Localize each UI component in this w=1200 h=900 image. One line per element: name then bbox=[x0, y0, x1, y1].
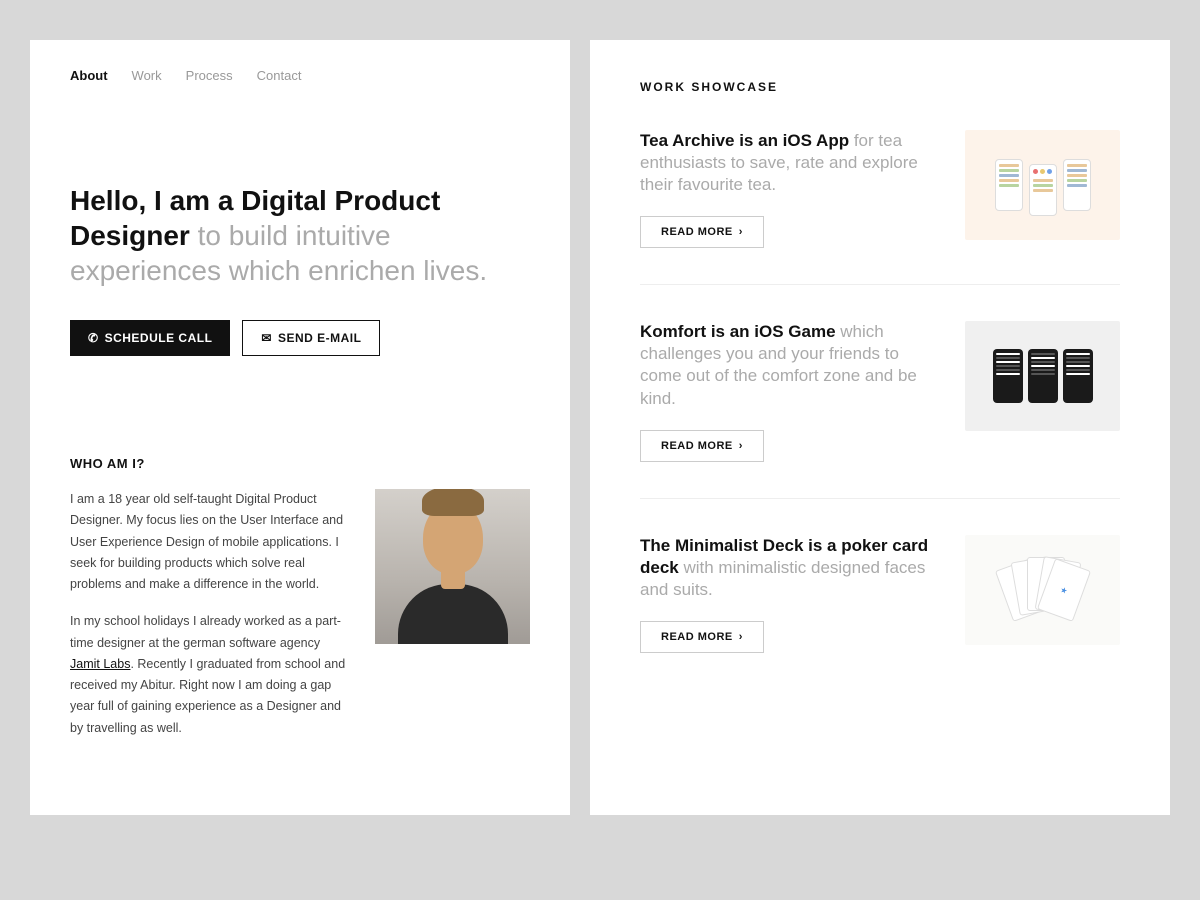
who-para2: In my school holidays I already worked a… bbox=[70, 611, 351, 739]
chevron-right-icon-2: › bbox=[739, 440, 743, 452]
jamit-labs-link[interactable]: Jamit Labs bbox=[70, 657, 130, 671]
project-item-komfort: Komfort is an iOS Game which challenges … bbox=[640, 321, 1120, 461]
divider-1 bbox=[640, 284, 1120, 285]
project-info-komfort: Komfort is an iOS Game which challenges … bbox=[640, 321, 941, 461]
project-title-tea: Tea Archive is an iOS App for tea enthus… bbox=[640, 130, 941, 196]
who-heading: WHO AM I? bbox=[70, 456, 530, 471]
portrait-image bbox=[375, 489, 530, 644]
project-title-tea-bold: Tea Archive is an iOS App bbox=[640, 131, 849, 150]
who-para1: I am a 18 year old self-taught Digital P… bbox=[70, 489, 351, 595]
project-thumb-deck: ♥ ♠ ♦ ♣ ★ bbox=[965, 535, 1120, 645]
who-text: I am a 18 year old self-taught Digital P… bbox=[70, 489, 351, 755]
divider-2 bbox=[640, 498, 1120, 499]
project-title-deck-light: with minimalistic designed faces and sui… bbox=[640, 558, 925, 599]
project-item-deck: The Minimalist Deck is a poker card deck… bbox=[640, 535, 1120, 653]
phone-icon: ✆ bbox=[88, 331, 99, 345]
work-section-title: WORK SHOWCASE bbox=[640, 80, 1120, 94]
project-title-deck: The Minimalist Deck is a poker card deck… bbox=[640, 535, 941, 601]
project-title-komfort-bold: Komfort is an iOS Game bbox=[640, 322, 836, 341]
hero-section: Hello, I am a Digital Product Designer t… bbox=[30, 103, 570, 396]
project-thumb-komfort bbox=[965, 321, 1120, 431]
project-info-deck: The Minimalist Deck is a poker card deck… bbox=[640, 535, 941, 653]
send-email-button[interactable]: ✉ SEND E-MAIL bbox=[242, 320, 380, 356]
email-icon: ✉ bbox=[261, 331, 272, 345]
project-info-tea: Tea Archive is an iOS App for tea enthus… bbox=[640, 130, 941, 248]
nav-about[interactable]: About bbox=[70, 68, 108, 83]
who-para2-prefix: In my school holidays I already worked a… bbox=[70, 614, 341, 649]
read-more-komfort-button[interactable]: READ MORE › bbox=[640, 430, 764, 462]
read-more-komfort-label: READ MORE bbox=[661, 440, 733, 452]
project-title-komfort: Komfort is an iOS Game which challenges … bbox=[640, 321, 941, 409]
nav-process[interactable]: Process bbox=[186, 68, 233, 83]
who-content: I am a 18 year old self-taught Digital P… bbox=[70, 489, 530, 755]
schedule-call-button[interactable]: ✆ SCHEDULE CALL bbox=[70, 320, 230, 356]
hero-heading: Hello, I am a Digital Product Designer t… bbox=[70, 183, 530, 288]
card-fan: ♥ ♠ ♦ ♣ ★ bbox=[1003, 555, 1083, 625]
nav-contact[interactable]: Contact bbox=[257, 68, 302, 83]
nav-work[interactable]: Work bbox=[132, 68, 162, 83]
right-panel: WORK SHOWCASE Tea Archive is an iOS App … bbox=[590, 40, 1170, 815]
project-thumb-tea bbox=[965, 130, 1120, 240]
read-more-tea-button[interactable]: READ MORE › bbox=[640, 216, 764, 248]
chevron-right-icon: › bbox=[739, 226, 743, 238]
left-panel: About Work Process Contact Hello, I am a… bbox=[30, 40, 570, 815]
who-section: WHO AM I? I am a 18 year old self-taught… bbox=[30, 396, 570, 755]
read-more-deck-label: READ MORE bbox=[661, 631, 733, 643]
hero-buttons: ✆ SCHEDULE CALL ✉ SEND E-MAIL bbox=[70, 320, 530, 356]
read-more-tea-label: READ MORE bbox=[661, 226, 733, 238]
read-more-deck-button[interactable]: READ MORE › bbox=[640, 621, 764, 653]
page-wrapper: About Work Process Contact Hello, I am a… bbox=[30, 40, 1170, 815]
chevron-right-icon-3: › bbox=[739, 631, 743, 643]
project-item-tea: Tea Archive is an iOS App for tea enthus… bbox=[640, 130, 1120, 248]
main-nav: About Work Process Contact bbox=[30, 40, 570, 103]
